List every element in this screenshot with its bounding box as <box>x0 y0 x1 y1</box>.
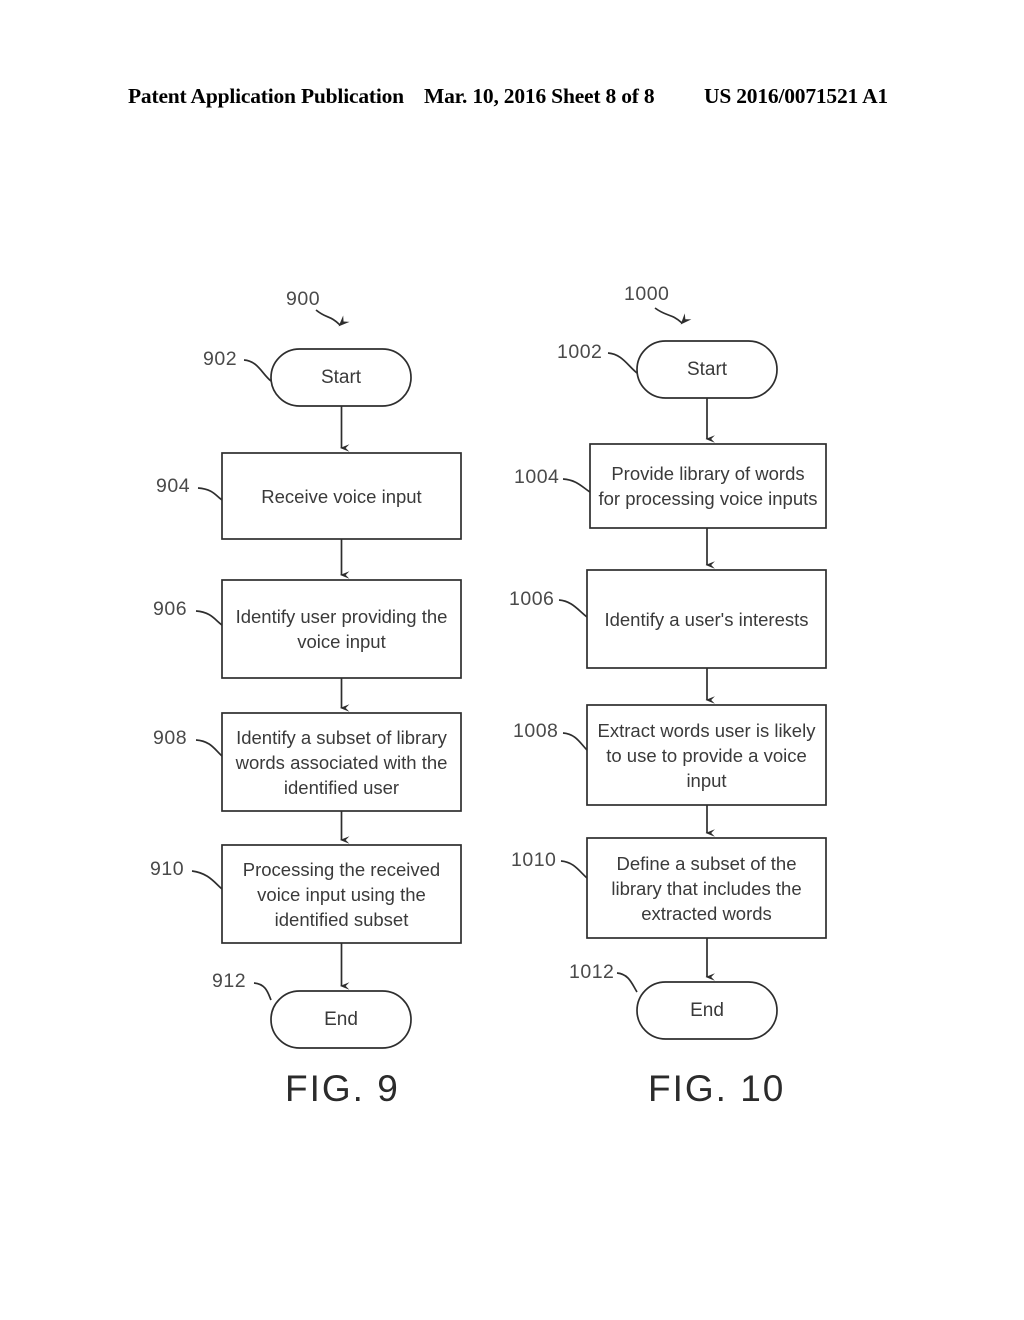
leader-1010 <box>560 860 588 879</box>
leader-906 <box>195 610 223 626</box>
leader-910 <box>191 870 223 890</box>
leader-1004 <box>562 478 591 493</box>
figure-caption-9: FIG. 9 <box>285 1068 400 1109</box>
node-908-shape <box>221 712 462 812</box>
leader-1012 <box>616 972 638 993</box>
ref-numeral-1010: 1010 <box>511 849 557 871</box>
leader-900 <box>315 309 350 327</box>
ref-numeral-1004: 1004 <box>514 466 560 488</box>
patent-drawing <box>0 0 1024 1320</box>
ref-numeral-1000: 1000 <box>624 283 670 305</box>
leader-904 <box>197 487 223 501</box>
ref-numeral-902: 902 <box>203 348 238 370</box>
ref-numeral-900: 900 <box>286 288 321 310</box>
node-1002-shape <box>636 340 778 399</box>
ref-numeral-1002: 1002 <box>557 341 603 363</box>
node-906-shape <box>221 579 462 679</box>
leader-902 <box>243 359 272 382</box>
figure-caption-10: FIG. 10 <box>648 1068 786 1109</box>
leader-1006 <box>558 599 588 618</box>
ref-numeral-1012: 1012 <box>569 961 615 983</box>
node-1006-shape <box>586 569 827 669</box>
ref-numeral-904: 904 <box>156 475 191 497</box>
node-910-shape <box>221 844 462 944</box>
node-902-shape <box>270 348 412 407</box>
ref-numeral-906: 906 <box>153 598 188 620</box>
ref-numeral-1006: 1006 <box>509 588 555 610</box>
leader-1008 <box>562 732 588 751</box>
leader-912 <box>253 982 272 1001</box>
node-1012-shape <box>636 981 778 1040</box>
ref-numeral-912: 912 <box>212 970 247 992</box>
node-1010-shape <box>586 837 827 939</box>
node-912-shape <box>270 990 412 1049</box>
node-1004-shape <box>589 443 827 529</box>
ref-numeral-1008: 1008 <box>513 720 559 742</box>
leader-1000 <box>654 307 692 325</box>
ref-numeral-908: 908 <box>153 727 188 749</box>
leader-908 <box>195 739 223 757</box>
leader-1002 <box>607 352 638 374</box>
ref-numeral-910: 910 <box>150 858 185 880</box>
node-1008-shape <box>586 704 827 806</box>
node-904-shape <box>221 452 462 540</box>
